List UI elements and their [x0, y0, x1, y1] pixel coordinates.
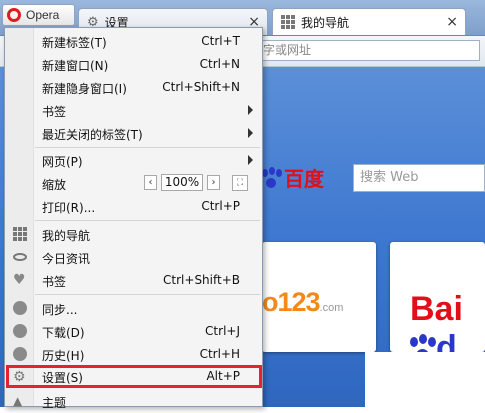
menu-item-bookmarks-submenu[interactable]: 书签: [6, 99, 262, 122]
opera-main-menu: 新建标签(T) Ctrl+T 新建窗口(N) Ctrl+N 新建隐身窗口(I) …: [4, 27, 263, 410]
menu-separator: [35, 294, 260, 295]
opera-menu-button[interactable]: Opera: [2, 4, 75, 26]
menu-separator: [35, 220, 260, 221]
gear-icon: ⚙: [13, 369, 26, 385]
menu-item-news[interactable]: 今日资讯: [6, 246, 262, 269]
web-search-input[interactable]: 搜索 Web: [353, 164, 485, 192]
user-icon: [13, 301, 27, 315]
submenu-arrow-icon: [248, 105, 253, 115]
menu-item-new-window[interactable]: 新建窗口(N) Ctrl+N: [6, 53, 262, 76]
menu-item-print[interactable]: 打印(R)... Ctrl+P: [6, 195, 262, 218]
speed-dial-tile-baidu[interactable]: Bai d: [390, 242, 485, 367]
zoom-control: ‹ 100% › ⛶: [144, 174, 248, 191]
menu-item-settings[interactable]: ⚙ 设置(S) Alt+P: [6, 365, 262, 388]
menu-item-bookmarks[interactable]: ♥ 书签 Ctrl+Shift+B: [6, 269, 262, 292]
address-input[interactable]: 字或网址: [258, 40, 480, 61]
tab-my-navigation[interactable]: 我的导航 ×: [272, 8, 466, 35]
fullscreen-icon[interactable]: ⛶: [232, 174, 248, 191]
menu-separator: [35, 147, 260, 148]
opera-menu-label: Opera: [26, 8, 60, 22]
baidu-logo-text: 百度: [284, 167, 324, 191]
menu-item-new-tab[interactable]: 新建标签(T) Ctrl+T: [6, 30, 262, 53]
download-icon: [13, 324, 27, 338]
submenu-arrow-icon: [248, 155, 253, 165]
grid-icon: [281, 15, 295, 29]
menu-item-history[interactable]: 历史(H) Ctrl+H: [6, 343, 262, 366]
menu-item-sync[interactable]: 同步...: [6, 297, 262, 320]
zoom-out-button[interactable]: ‹: [144, 175, 157, 190]
page-background: [365, 352, 485, 407]
baidu-paw-icon: [260, 166, 282, 189]
opera-logo-icon: [7, 8, 21, 22]
zoom-level: 100%: [161, 174, 203, 191]
menu-item-recently-closed[interactable]: 最近关闭的标签(T): [6, 122, 262, 145]
submenu-arrow-icon: [248, 128, 253, 138]
menu-item-new-private-window[interactable]: 新建隐身窗口(I) Ctrl+Shift+N: [6, 76, 262, 99]
heart-icon: ♥: [13, 272, 26, 288]
menu-item-my-navigation[interactable]: 我的导航: [6, 223, 262, 246]
theme-icon: ▲: [13, 394, 23, 408]
close-tab-icon[interactable]: ×: [446, 14, 458, 30]
clock-icon: [13, 347, 27, 361]
menu-item-zoom: 缩放 ‹ 100% › ⛶: [6, 172, 262, 195]
tab-my-navigation-title: 我的导航: [301, 15, 350, 30]
speed-dial-tile-123[interactable]: o123.com: [262, 242, 376, 352]
menu-item-page[interactable]: 网页(P): [6, 149, 262, 172]
baidu-search-logo: 百度: [260, 163, 324, 192]
eye-icon: [13, 250, 27, 264]
menu-item-downloads[interactable]: 下载(D) Ctrl+J: [6, 320, 262, 343]
grid-icon: [13, 227, 27, 241]
tile-123-logo: o123.com: [262, 287, 344, 317]
menu-item-themes[interactable]: ▲ 主题: [6, 390, 262, 413]
zoom-in-button[interactable]: ›: [207, 175, 220, 190]
